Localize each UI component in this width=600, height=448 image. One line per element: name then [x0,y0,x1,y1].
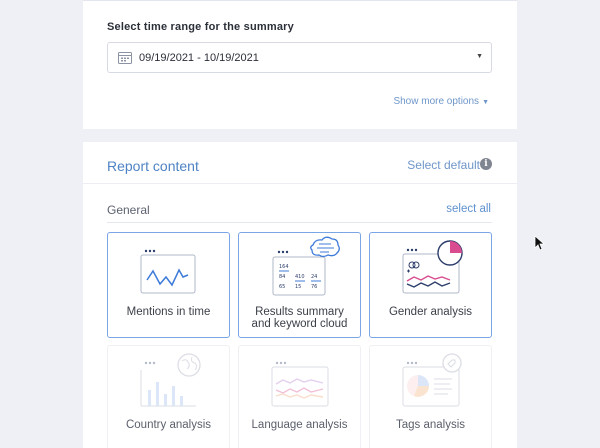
card-mentions-in-time[interactable]: Mentions in time [107,232,230,338]
svg-text:76: 76 [311,284,317,290]
report-header: Report content Select default i [83,142,517,184]
language-chart-icon [271,361,329,407]
report-content-panel: Report content Select default i General … [83,142,517,448]
date-range-select[interactable]: 09/19/2021 - 10/19/2021 ▼ [107,42,492,73]
svg-text:164: 164 [279,264,289,270]
card-gender-analysis[interactable]: Gender analysis [369,232,492,338]
select-all-link[interactable]: select all [446,203,491,215]
globe-bar-icon [140,353,201,407]
card-label-line-1: Results summary [255,306,344,318]
card-label-line-2: and keyword cloud [251,318,348,330]
section-label-general: General [107,203,150,217]
svg-text:24: 24 [311,274,317,280]
tag-pie-icon [402,353,462,407]
date-range-value: 09/19/2021 - 10/19/2021 [139,52,259,64]
card-results-summary[interactable]: 164 84 410 24 65 15 76 Results summary a… [238,232,361,338]
calendar-icon [118,52,132,64]
time-range-label: Select time range for the summary [107,21,294,33]
card-label: Gender analysis [388,306,473,318]
svg-text:65: 65 [279,284,285,290]
card-tags-analysis[interactable]: Tags analysis [369,345,492,448]
gender-pie-icon [402,240,463,294]
line-chart-icon [140,249,196,294]
time-range-panel: Select time range for the summary 09/19/… [83,0,517,129]
card-country-analysis[interactable]: Country analysis [107,345,230,448]
mouse-cursor-icon [534,235,546,251]
card-label: Mentions in time [126,306,211,318]
card-label: Tags analysis [395,419,466,431]
report-content-title: Report content [107,158,199,174]
chevron-down-icon: ▼ [482,99,489,106]
svg-text:84: 84 [279,274,285,280]
show-more-options-link[interactable]: Show more options ▼ [393,96,489,107]
svg-text:410: 410 [295,274,305,280]
card-label: Country analysis [125,419,211,431]
svg-text:15: 15 [295,284,301,290]
card-label: Language analysis [251,419,348,431]
info-icon[interactable]: i [480,158,492,170]
select-default-link[interactable]: Select default [407,158,480,172]
dropdown-caret-icon: ▼ [476,53,483,60]
show-more-options-label: Show more options [393,96,480,107]
card-language-analysis[interactable]: Language analysis [238,345,361,448]
section-divider [107,222,492,223]
